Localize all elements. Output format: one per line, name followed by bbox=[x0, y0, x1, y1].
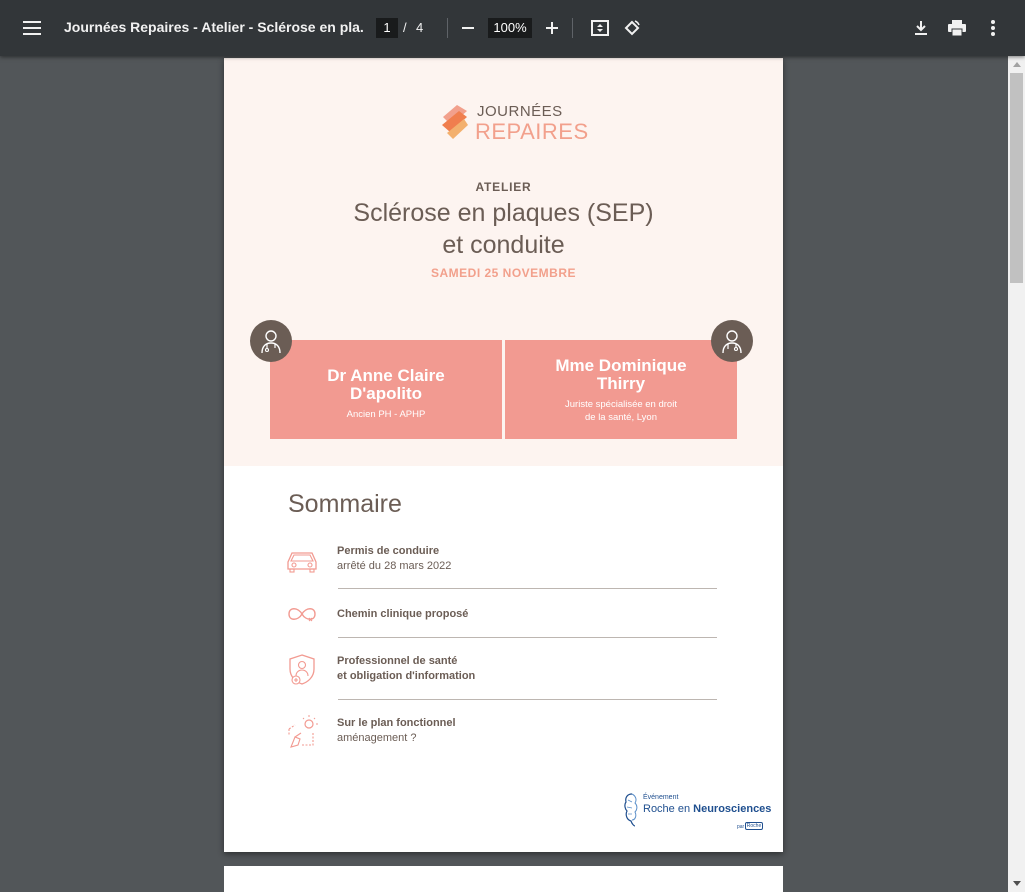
footer-event-label: Événement bbox=[643, 794, 679, 801]
sommaire-item-title: Chemin clinique proposé bbox=[337, 608, 469, 620]
sommaire-item-title: Sur le plan fonctionnel bbox=[337, 717, 456, 729]
download-button[interactable] bbox=[909, 16, 933, 40]
divider-line bbox=[338, 637, 717, 638]
infinity-icon bbox=[284, 596, 320, 632]
speaker-card: Mme Dominique Thirry Juriste spécialisée… bbox=[505, 340, 737, 439]
speaker-role-line2: de la santé, Lyon bbox=[584, 412, 657, 423]
speaker-role: Juriste spécialisée en droit bbox=[565, 399, 677, 410]
plus-icon bbox=[546, 22, 558, 34]
brain-icon bbox=[624, 793, 638, 827]
arrow-down-icon bbox=[1012, 881, 1021, 886]
speaker-name-line1: Mme Dominique bbox=[555, 356, 687, 375]
more-vert-icon bbox=[991, 20, 995, 36]
roche-neurosciences-logo: Événement Roche en Neurosciences par Roc… bbox=[623, 792, 771, 836]
speaker-name-line1: Dr Anne Claire bbox=[327, 366, 445, 385]
page-number-input[interactable]: 1 bbox=[376, 18, 398, 38]
zoom-input[interactable]: 100% bbox=[488, 18, 532, 38]
car-icon bbox=[284, 542, 320, 578]
speaker-role: Ancien PH - APHP bbox=[346, 409, 426, 420]
doctor-icon bbox=[722, 330, 742, 354]
sommaire-item: Chemin clinique proposé bbox=[284, 596, 717, 640]
sommaire-item: Professionnel de santé et obligation d'i… bbox=[284, 652, 717, 702]
event-date: SAMEDI 25 NOVEMBRE bbox=[430, 266, 577, 280]
pdf-page: JOURNÉES REPAIRES ATELIER Sclérose en pl… bbox=[224, 58, 783, 852]
print-icon bbox=[948, 20, 966, 36]
sommaire-item-subtitle: aménagement ? bbox=[337, 732, 417, 744]
speaker-name-line2: Thirry bbox=[596, 374, 646, 393]
speaker-name-line2: D'apolito bbox=[349, 384, 423, 403]
pdf-page-next bbox=[224, 866, 783, 892]
speaker-card: Dr Anne Claire D'apolito Ancien PH - APH… bbox=[270, 340, 502, 439]
sommaire-heading: Sommaire bbox=[288, 490, 402, 518]
page-total: 4 bbox=[416, 20, 424, 35]
more-options-button[interactable] bbox=[981, 16, 1005, 40]
doctor-shield-icon bbox=[284, 652, 320, 688]
avatar bbox=[250, 320, 292, 362]
download-icon bbox=[915, 21, 927, 35]
sommaire-item: Sur le plan fonctionnel aménagement ? bbox=[284, 714, 717, 754]
scroll-thumb[interactable] bbox=[1010, 73, 1023, 283]
repaires-logo-icon bbox=[442, 105, 468, 139]
avatar bbox=[711, 320, 753, 362]
logo-line2: REPAIRES bbox=[475, 119, 589, 144]
footer-brand-bold: Neurosciences bbox=[693, 803, 772, 815]
hamburger-menu-icon bbox=[23, 21, 41, 35]
doctor-icon bbox=[261, 330, 281, 354]
menu-button[interactable] bbox=[16, 12, 48, 44]
logo-line1: JOURNÉES bbox=[477, 103, 563, 120]
idea-hand-icon bbox=[284, 714, 320, 750]
sommaire-item-subtitle: arrêté du 28 mars 2022 bbox=[337, 560, 452, 572]
hero-section: JOURNÉES REPAIRES ATELIER Sclérose en pl… bbox=[224, 58, 783, 466]
zoom-in-button[interactable] bbox=[540, 16, 564, 40]
sommaire-item: Permis de conduire arrêté du 28 mars 202… bbox=[284, 542, 717, 590]
kicker: ATELIER bbox=[475, 180, 532, 194]
toolbar-divider bbox=[572, 18, 573, 38]
roche-logo: Roche bbox=[745, 822, 763, 830]
pdf-toolbar: Journées Repaires - Atelier - Sclérose e… bbox=[0, 0, 1025, 56]
page-title-line1: Sclérose en plaques (SEP) bbox=[353, 199, 654, 227]
fit-page-button[interactable] bbox=[588, 16, 612, 40]
arrow-up-icon bbox=[1012, 62, 1021, 67]
rotate-icon bbox=[624, 20, 640, 36]
vertical-scrollbar[interactable] bbox=[1008, 56, 1025, 892]
page-title-line2: et conduite bbox=[442, 231, 565, 259]
divider-line bbox=[338, 588, 717, 589]
sommaire-item-subtitle: et obligation d'information bbox=[337, 670, 476, 682]
page-separator: / bbox=[403, 20, 407, 35]
sommaire-item-title: Permis de conduire bbox=[337, 545, 440, 557]
rotate-button[interactable] bbox=[620, 16, 644, 40]
footer-brand: Roche en Neurosciences bbox=[643, 803, 771, 815]
footer-par: par bbox=[737, 824, 745, 830]
document-title: Journées Repaires - Atelier - Sclérose e… bbox=[64, 19, 364, 35]
sommaire-item-title: Professionnel de santé bbox=[337, 655, 458, 667]
divider-line bbox=[338, 699, 717, 700]
zoom-out-button[interactable] bbox=[456, 16, 480, 40]
footer-brand-prefix: Roche en bbox=[643, 803, 694, 815]
print-button[interactable] bbox=[945, 16, 969, 40]
scroll-down-button[interactable] bbox=[1008, 875, 1025, 892]
minus-icon bbox=[462, 27, 474, 29]
journees-repaires-logo: JOURNÉES REPAIRES bbox=[439, 103, 588, 144]
fit-to-page-icon bbox=[591, 20, 609, 36]
scroll-up-button[interactable] bbox=[1008, 56, 1025, 73]
toolbar-divider bbox=[447, 18, 448, 38]
